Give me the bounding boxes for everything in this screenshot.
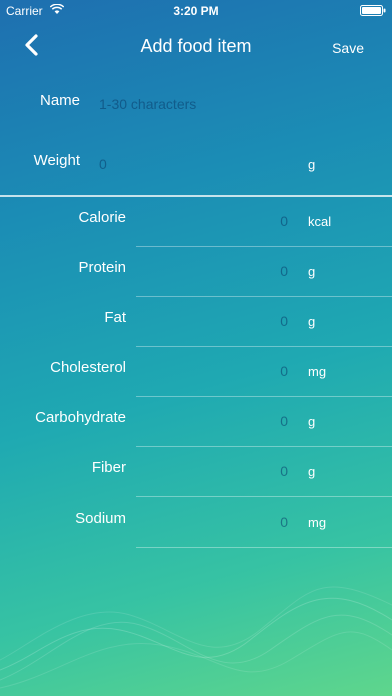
nutrient-unit: mg	[308, 515, 327, 530]
nutrient-value-input[interactable]: 0	[220, 363, 288, 379]
nutrient-value-input[interactable]: 0	[220, 514, 288, 530]
nutrient-label: Cholesterol	[50, 359, 126, 376]
weight-input[interactable]: 0	[99, 156, 107, 172]
nutrient-row-fat: Fat 0 g	[0, 297, 392, 347]
nutrient-row-calorie: Calorie 0 kcal	[0, 197, 392, 247]
nutrient-value-input[interactable]: 0	[220, 463, 288, 479]
status-time: 3:20 PM	[173, 4, 219, 18]
nutrient-label: Carbohydrate	[35, 409, 126, 426]
screen: Carrier 3:20 PM Add food item Save Name …	[0, 0, 392, 696]
nutrient-row-cholesterol: Cholesterol 0 mg	[0, 347, 392, 397]
nutrient-unit: g	[308, 414, 316, 429]
decorative-wave	[0, 586, 392, 689]
nutrient-unit: g	[308, 314, 316, 329]
battery-icon	[360, 5, 386, 16]
nutrient-unit: g	[308, 264, 316, 279]
nutrient-label: Fat	[104, 309, 126, 326]
nutrient-row-sodium: Sodium 0 mg	[0, 498, 392, 548]
name-label: Name	[39, 92, 80, 109]
save-button[interactable]: Save	[332, 40, 364, 56]
nutrient-unit: kcal	[308, 214, 332, 229]
nutrient-value-input[interactable]: 0	[220, 413, 288, 429]
row-divider	[136, 547, 392, 548]
nutrient-row-carbohydrate: Carbohydrate 0 g	[0, 397, 392, 447]
weight-label: Weight	[33, 152, 80, 169]
nutrient-label: Calorie	[78, 209, 126, 226]
status-bar: Carrier 3:20 PM	[0, 0, 392, 22]
nutrient-value-input[interactable]: 0	[220, 263, 288, 279]
name-input[interactable]	[99, 93, 369, 115]
nutrient-label: Fiber	[91, 459, 126, 476]
nutrient-unit: g	[308, 464, 316, 479]
nutrient-unit: mg	[308, 364, 327, 379]
nutrient-value-input[interactable]: 0	[220, 213, 288, 229]
weight-unit: g	[308, 157, 316, 172]
navigation-bar: Add food item Save	[0, 22, 392, 70]
nutrient-value-input[interactable]: 0	[220, 313, 288, 329]
nutrient-label: Protein	[78, 259, 126, 276]
nutrient-row-protein: Protein 0 g	[0, 247, 392, 297]
row-divider	[136, 496, 392, 497]
nutrient-label: Sodium	[75, 510, 126, 527]
nutrient-row-fiber: Fiber 0 g	[0, 447, 392, 497]
